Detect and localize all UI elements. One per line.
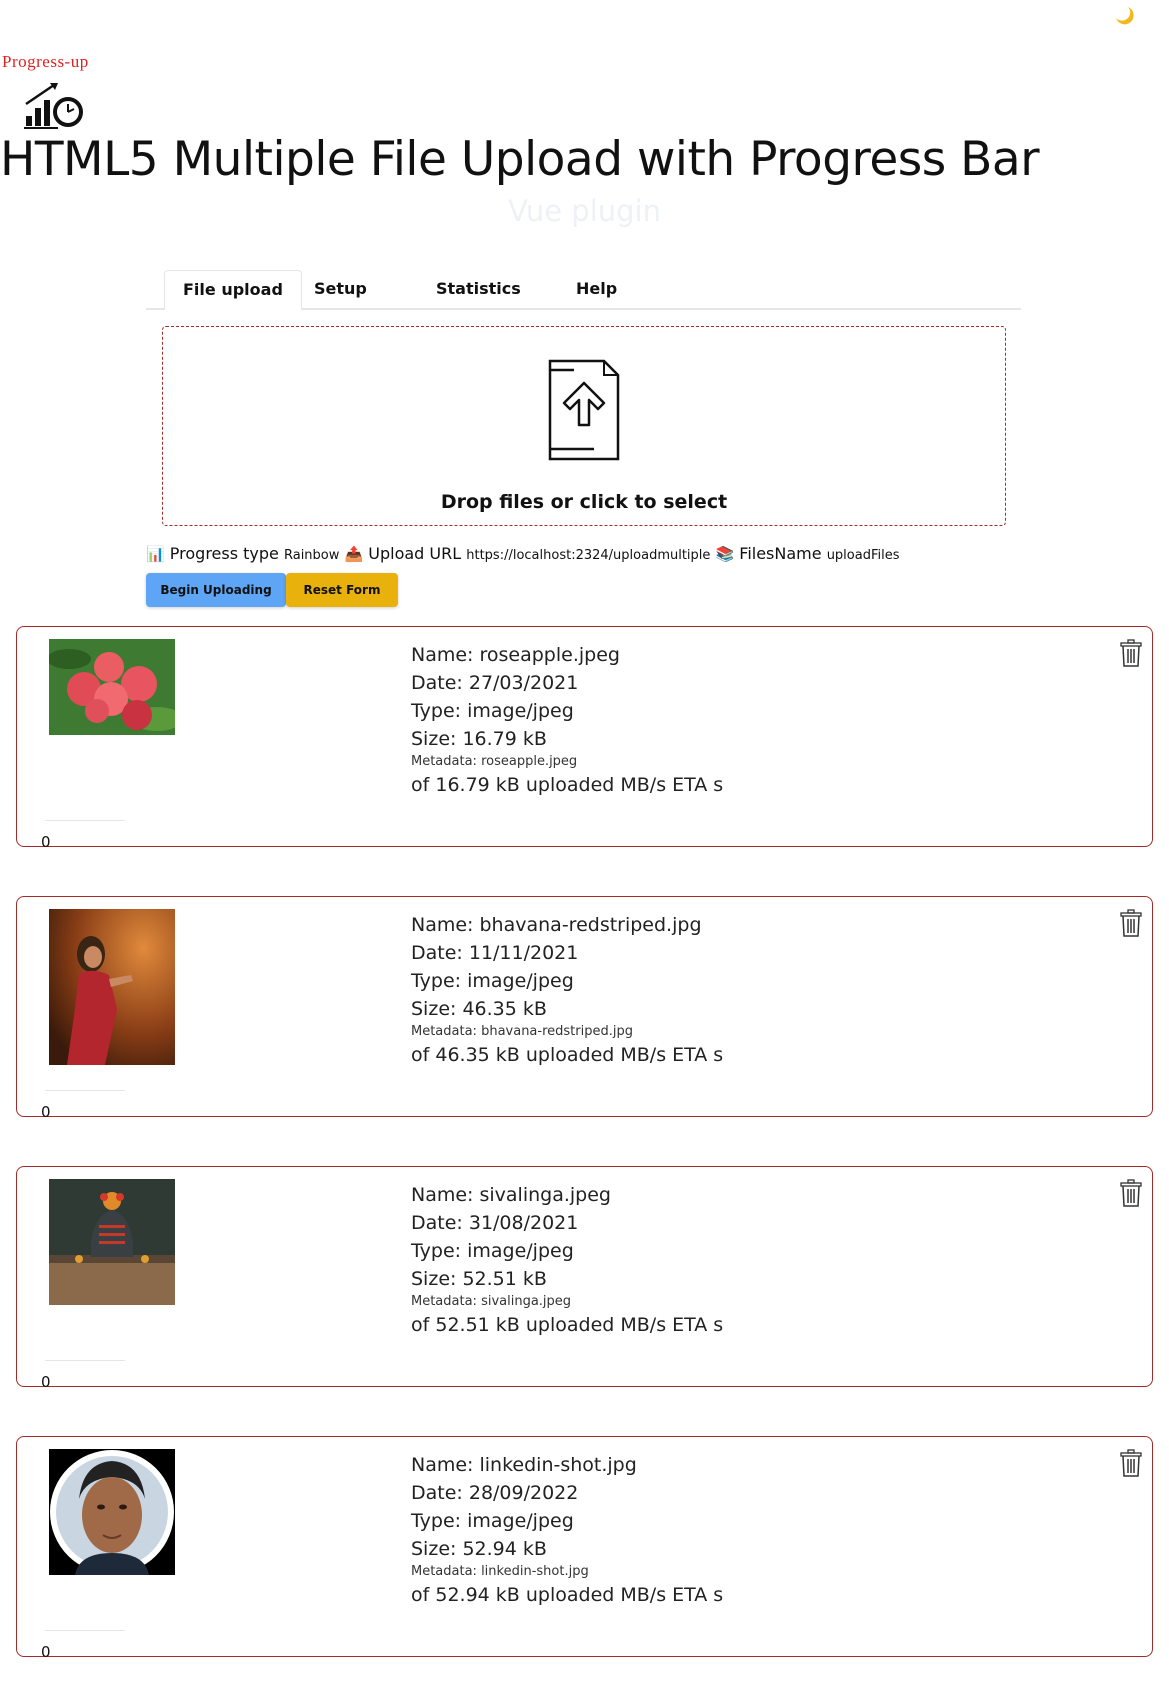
file-type: Type: image/jpeg	[411, 1510, 574, 1532]
upload-status: of 52.51 kB uploaded MB/s ETA s	[411, 1314, 724, 1336]
upload-progress-bar	[45, 1090, 125, 1091]
dropzone-label: Drop files or click to select	[440, 491, 728, 513]
file-thumbnail	[49, 1449, 175, 1575]
page-subtitle: Vue plugin	[507, 194, 661, 228]
tab-bar: File upload Setup Statistics Help	[146, 270, 1021, 310]
file-card: Name: bhavana-redstriped.jpg Date: 11/11…	[16, 896, 1153, 1121]
progress-logo-icon	[24, 83, 83, 129]
file-name: Name: roseapple.jpeg	[411, 644, 620, 666]
file-card: Name: linkedin-shot.jpg Date: 28/09/2022…	[16, 1436, 1153, 1661]
file-details: Name: bhavana-redstriped.jpg Date: 11/11…	[411, 911, 723, 1069]
upload-url-label: Upload URL	[368, 544, 462, 563]
file-thumbnail	[49, 639, 175, 735]
upload-status: of 52.94 kB uploaded MB/s ETA s	[411, 1584, 724, 1606]
file-dropzone[interactable]: Drop files or click to select	[162, 326, 1006, 526]
file-size: Size: 46.35 kB	[411, 998, 547, 1020]
upload-status: of 16.79 kB uploaded MB/s ETA s	[411, 774, 724, 796]
file-date: Date: 27/03/2021	[411, 672, 579, 694]
upload-progress-value: 0	[41, 1373, 51, 1391]
file-size: Size: 16.79 kB	[411, 728, 547, 750]
file-card: Name: roseapple.jpeg Date: 27/03/2021 Ty…	[16, 626, 1153, 851]
file-details: Name: linkedin-shot.jpg Date: 28/09/2022…	[411, 1451, 723, 1609]
moon-icon[interactable]	[1113, 4, 1135, 26]
file-name: Name: sivalinga.jpeg	[411, 1184, 611, 1206]
file-type: Type: image/jpeg	[411, 970, 574, 992]
trash-icon[interactable]	[1120, 1449, 1142, 1477]
files-name-value: uploadFiles	[826, 548, 900, 563]
progress-type-value: Rainbow	[283, 548, 340, 563]
file-metadata: Metadata: linkedin-shot.jpg	[411, 1564, 589, 1579]
file-type: Type: image/jpeg	[411, 1240, 574, 1262]
upload-config-summary: 📊 Progress type Rainbow 📤 Upload URL htt…	[146, 544, 900, 563]
file-metadata: Metadata: bhavana-redstriped.jpg	[411, 1024, 633, 1039]
bar-chart-icon: 📊	[146, 545, 165, 563]
file-details: Name: sivalinga.jpeg Date: 31/08/2021 Ty…	[411, 1181, 723, 1339]
file-size: Size: 52.51 kB	[411, 1268, 547, 1290]
file-size: Size: 52.94 kB	[411, 1538, 547, 1560]
file-name: Name: linkedin-shot.jpg	[411, 1454, 637, 1476]
upload-url-value: https://localhost:2324/uploadmultiple	[466, 548, 711, 563]
file-date: Date: 28/09/2022	[411, 1482, 579, 1504]
file-card: Name: sivalinga.jpeg Date: 31/08/2021 Ty…	[16, 1166, 1153, 1391]
upload-progress-value: 0	[41, 1103, 51, 1121]
file-date: Date: 11/11/2021	[411, 942, 579, 964]
tab-setup[interactable]: Setup	[296, 270, 385, 308]
tab-statistics[interactable]: Statistics	[418, 270, 539, 308]
tab-file-upload[interactable]: File upload	[164, 270, 302, 310]
file-thumbnail	[49, 1179, 175, 1305]
upload-status: of 46.35 kB uploaded MB/s ETA s	[411, 1044, 724, 1066]
trash-icon[interactable]	[1120, 1179, 1142, 1207]
file-metadata: Metadata: sivalinga.jpeg	[411, 1294, 572, 1309]
tab-help[interactable]: Help	[558, 270, 635, 308]
upload-progress-bar	[45, 1630, 125, 1631]
file-date: Date: 31/08/2021	[411, 1212, 579, 1234]
file-details: Name: roseapple.jpeg Date: 27/03/2021 Ty…	[411, 641, 723, 799]
progress-type-label: Progress type	[169, 544, 279, 563]
trash-icon[interactable]	[1120, 639, 1142, 667]
upload-progress-value: 0	[41, 833, 51, 851]
books-icon: 📚	[715, 545, 735, 563]
outbox-tray-icon: 📤	[344, 545, 364, 563]
trash-icon[interactable]	[1120, 909, 1142, 937]
upload-progress-bar	[45, 820, 125, 821]
reset-form-button[interactable]: Reset Form	[286, 573, 398, 607]
page-title: HTML5 Multiple File Upload with Progress…	[0, 132, 1040, 187]
file-thumbnail	[49, 909, 175, 1065]
begin-uploading-button[interactable]: Begin Uploading	[146, 573, 286, 607]
files-name-label: FilesName	[739, 544, 822, 563]
file-name: Name: bhavana-redstriped.jpg	[411, 914, 702, 936]
file-upload-icon	[548, 359, 620, 461]
brand-name: Progress-up	[2, 52, 89, 71]
file-type: Type: image/jpeg	[411, 700, 574, 722]
upload-progress-bar	[45, 1360, 125, 1361]
file-metadata: Metadata: roseapple.jpeg	[411, 754, 578, 769]
upload-progress-value: 0	[41, 1643, 51, 1661]
